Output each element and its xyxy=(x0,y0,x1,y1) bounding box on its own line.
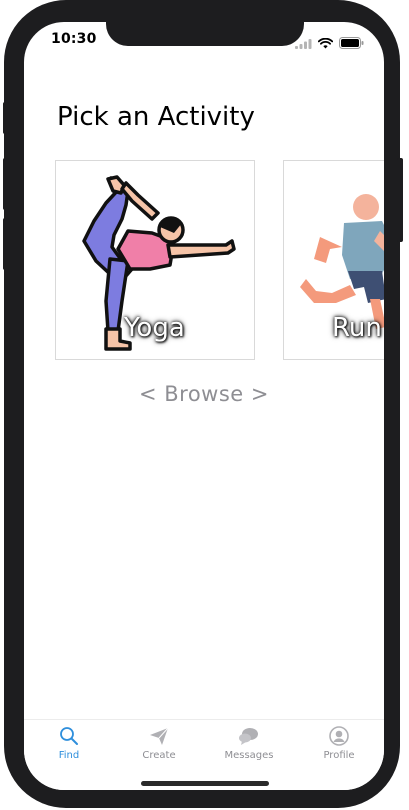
page-title: Pick an Activity xyxy=(57,102,255,132)
side-button-mute xyxy=(3,102,9,134)
chat-bubble-icon xyxy=(239,728,258,745)
status-icons xyxy=(295,34,364,53)
paper-plane-icon xyxy=(150,727,169,745)
status-time: 10:30 xyxy=(51,31,97,47)
tab-create[interactable]: Create xyxy=(114,720,204,770)
tab-label-messages: Messages xyxy=(224,750,274,761)
tab-label-profile: Profile xyxy=(323,750,355,761)
side-button-volume-up xyxy=(3,158,9,210)
wifi-icon xyxy=(317,34,334,53)
activity-label-run: Run xyxy=(332,313,382,343)
notch xyxy=(106,22,304,46)
tab-bar: Find Create Messages Profile xyxy=(24,719,384,790)
activity-card-yoga[interactable]: Yoga xyxy=(55,160,255,360)
tab-find[interactable]: Find xyxy=(24,720,114,770)
signal-icon xyxy=(295,34,312,53)
side-button-power xyxy=(397,158,403,242)
tab-messages[interactable]: Messages xyxy=(204,720,294,770)
tab-label-create: Create xyxy=(142,750,176,761)
activity-card-run[interactable]: Run xyxy=(283,160,384,360)
home-indicator[interactable] xyxy=(141,781,269,786)
activity-label-yoga: Yoga xyxy=(124,313,185,343)
battery-icon xyxy=(339,34,364,53)
search-icon xyxy=(60,727,78,745)
side-button-volume-down xyxy=(3,218,9,270)
tab-profile[interactable]: Profile xyxy=(294,720,384,770)
screen: 10:30 Pick an Activity Yoga Run < Browse… xyxy=(24,22,384,790)
tab-label-find: Find xyxy=(58,750,80,761)
browse-link[interactable]: < Browse > xyxy=(24,382,384,406)
user-icon xyxy=(329,726,349,746)
